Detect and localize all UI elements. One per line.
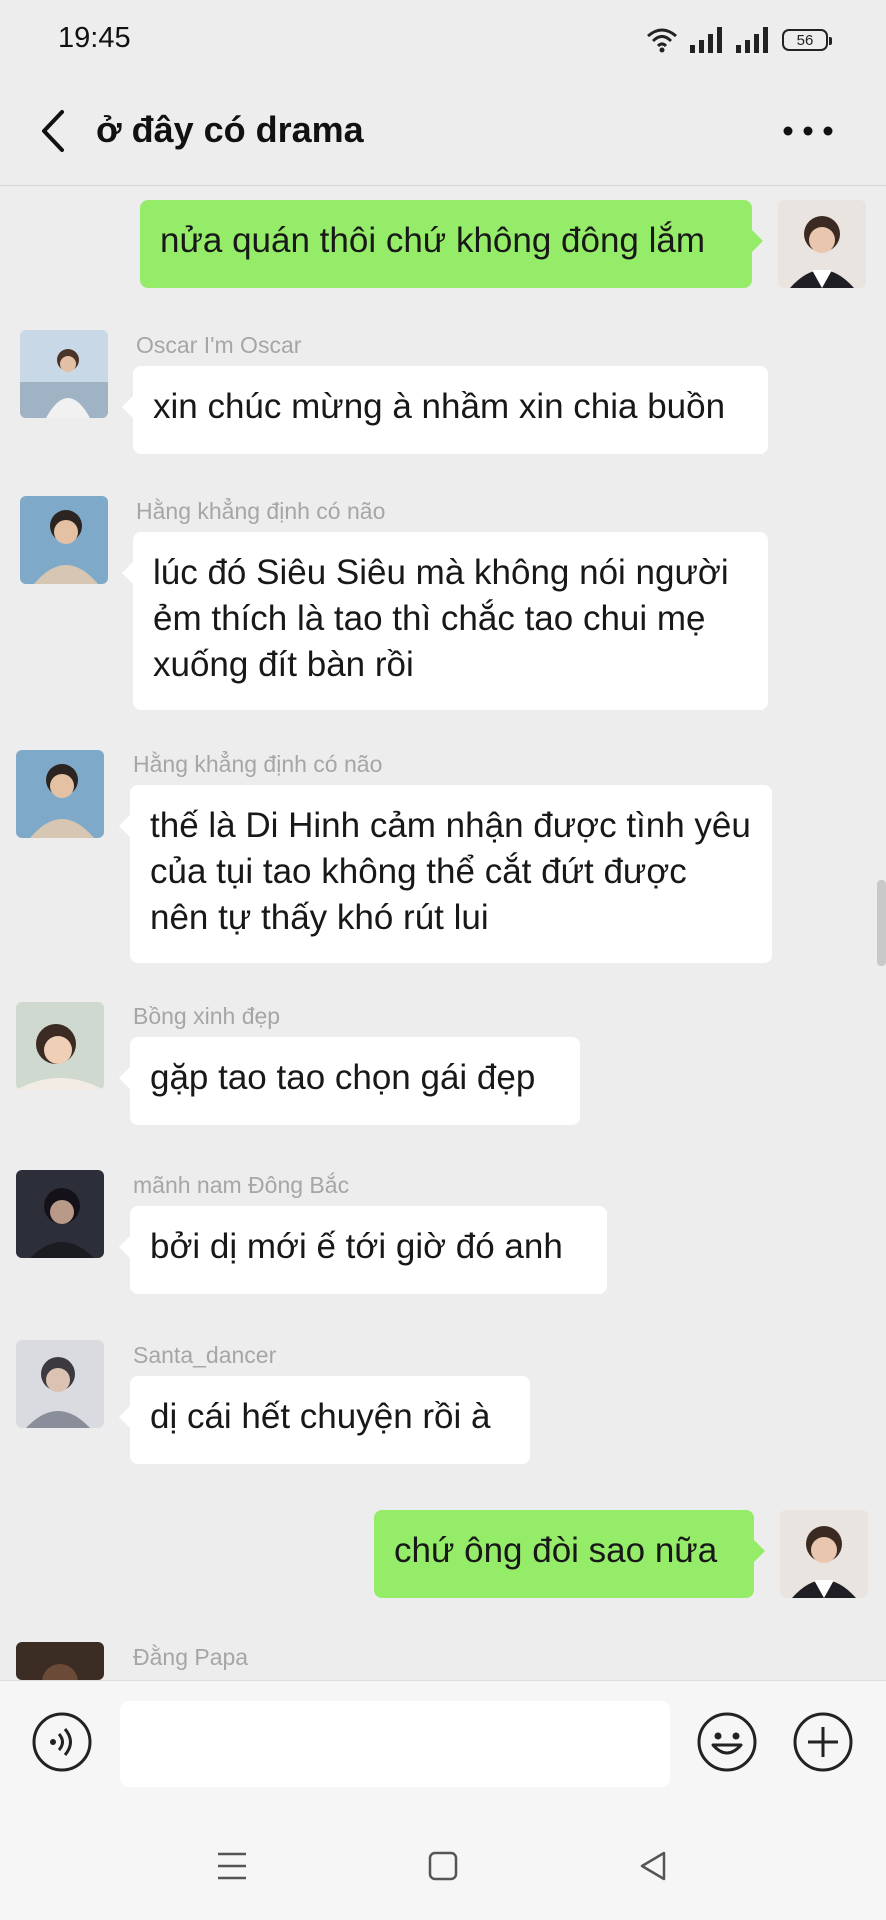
system-navbar xyxy=(0,1810,886,1920)
message-text: dị cái hết chuyện rồi à xyxy=(150,1397,491,1436)
chevron-left-icon[interactable] xyxy=(34,106,74,156)
message-text: lúc đó Siêu Siêu mà không nói người ẻm t… xyxy=(153,553,729,684)
emoji-icon[interactable] xyxy=(696,1711,758,1773)
avatar[interactable] xyxy=(20,496,108,584)
avatar[interactable] xyxy=(16,1642,104,1680)
battery-indicator: 56 xyxy=(782,29,832,51)
more-dots-icon[interactable] xyxy=(778,106,838,156)
voice-icon[interactable] xyxy=(31,1711,93,1773)
back-triangle-icon[interactable] xyxy=(634,1846,674,1886)
signal-icon-2 xyxy=(736,27,768,53)
message-bubble[interactable]: thế là Di Hinh cảm nhận được tình yêu củ… xyxy=(119,785,772,963)
sender-name: Đằng Papa xyxy=(133,1644,249,1670)
status-bar: 19:45 56 xyxy=(0,0,886,76)
message-bubble[interactable]: bởi dị mới ế tới giờ đó anh xyxy=(119,1206,607,1294)
input-bar xyxy=(0,1680,886,1811)
sender-name: Oscar I'm Oscar xyxy=(136,332,302,358)
chat-title: ở đây có drama xyxy=(96,109,364,150)
message-text: thế là Di Hinh cảm nhận được tình yêu củ… xyxy=(150,806,751,937)
message-text: nửa quán thôi chứ không đông lắm xyxy=(160,221,706,260)
avatar[interactable] xyxy=(16,750,104,838)
home-square-icon[interactable] xyxy=(423,1846,463,1886)
sender-name: Hằng khẳng định có não xyxy=(133,751,383,777)
sender-name: Santa_dancer xyxy=(133,1342,277,1368)
plus-icon[interactable] xyxy=(792,1711,854,1773)
battery-level: 56 xyxy=(796,31,814,49)
message-bubble[interactable]: chứ ông đòi sao nữa xyxy=(374,1510,765,1598)
avatar[interactable] xyxy=(20,330,108,418)
sender-name: mãnh nam Đông Bắc xyxy=(133,1172,350,1198)
message-text: xin chúc mừng à nhầm xin chia buồn xyxy=(153,387,726,426)
avatar-self[interactable] xyxy=(780,1510,868,1598)
menu-icon[interactable] xyxy=(212,1846,252,1886)
message-bubble[interactable]: xin chúc mừng à nhầm xin chia buồn xyxy=(122,366,768,454)
scrollbar-thumb[interactable] xyxy=(877,880,886,966)
message-text: gặp tao tao chọn gái đẹp xyxy=(150,1058,536,1097)
message-bubble[interactable]: gặp tao tao chọn gái đẹp xyxy=(119,1037,580,1125)
avatar[interactable] xyxy=(16,1340,104,1428)
sender-name: Hằng khẳng định có não xyxy=(136,498,386,524)
message-text: bởi dị mới ế tới giờ đó anh xyxy=(150,1227,563,1266)
message-bubble[interactable]: lúc đó Siêu Siêu mà không nói người ẻm t… xyxy=(122,532,768,710)
avatar-self[interactable] xyxy=(778,200,866,288)
avatar[interactable] xyxy=(16,1002,104,1090)
status-icons: 56 xyxy=(646,24,832,56)
message-bubble[interactable]: dị cái hết chuyện rồi à xyxy=(119,1376,530,1464)
message-bubble[interactable]: nửa quán thôi chứ không đông lắm xyxy=(140,200,763,288)
message-text: chứ ông đòi sao nữa xyxy=(394,1531,718,1570)
signal-icon xyxy=(690,27,722,53)
status-time: 19:45 xyxy=(58,22,131,54)
avatar[interactable] xyxy=(16,1170,104,1258)
message-input[interactable] xyxy=(120,1701,670,1787)
sender-name: Bồng xinh đẹp xyxy=(133,1003,281,1029)
chat-header: ở đây có drama xyxy=(0,76,886,186)
wifi-icon xyxy=(647,28,677,53)
